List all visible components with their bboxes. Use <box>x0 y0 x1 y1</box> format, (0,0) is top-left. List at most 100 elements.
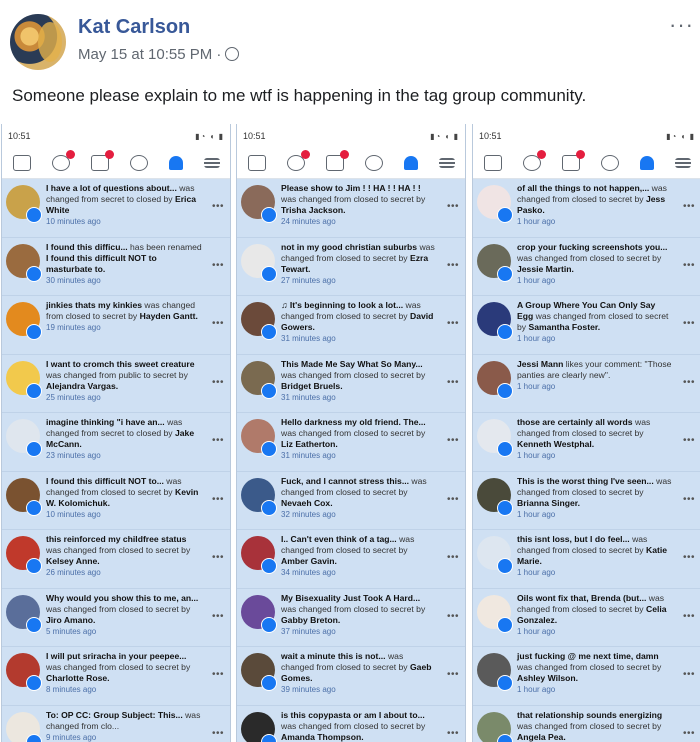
notification-more-icon[interactable]: ••• <box>447 260 459 271</box>
notification-item[interactable]: not in my good christian suburbs was cha… <box>237 238 465 296</box>
notification-item[interactable]: Oils wont fix that, Brenda (but... was c… <box>473 589 700 647</box>
notification-more-icon[interactable]: ••• <box>683 611 695 622</box>
notification-action: was changed from closed to secret by <box>46 662 191 672</box>
profile-icon[interactable] <box>600 155 619 171</box>
notification-more-icon[interactable]: ••• <box>683 728 695 739</box>
notification-subject: My Bisexuality Just Took A Hard... <box>281 592 421 603</box>
group-badge-icon <box>26 207 42 223</box>
notification-item[interactable]: I.. Can't even think of a tag... was cha… <box>237 530 465 589</box>
notification-more-icon[interactable]: ••• <box>447 552 459 563</box>
profile-icon[interactable] <box>129 155 148 171</box>
group-badge-icon <box>261 499 277 516</box>
notification-more-icon[interactable]: ••• <box>447 318 459 329</box>
notification-more-icon[interactable]: ••• <box>212 728 224 739</box>
avatar[interactable] <box>10 14 66 70</box>
phone-screenshot-1: 10:51 ▮◔ ◖ ▮ I have a lot of questions abo… <box>1 124 231 742</box>
notification-more-icon[interactable]: ••• <box>447 494 459 505</box>
notification-more-icon[interactable]: ••• <box>683 435 695 446</box>
notification-time: 1 hour ago <box>517 275 556 285</box>
groups-icon[interactable] <box>522 150 546 171</box>
notification-item[interactable]: just fucking @ me next time, damn was ch… <box>473 647 700 706</box>
notification-item[interactable]: crop your fucking screenshots you... was… <box>473 238 700 296</box>
notification-item[interactable]: I will put sriracha in your peepee... wa… <box>2 647 230 706</box>
notification-item[interactable]: I want to cromch this sweet creature was… <box>2 355 230 413</box>
notification-item[interactable]: Why would you show this to me, an... was… <box>2 589 230 647</box>
notification-item[interactable]: I found this difficu... has been renamed… <box>2 238 230 296</box>
notification-time: 1 hour ago <box>517 217 556 226</box>
notification-item[interactable]: those are certainly all words was change… <box>473 413 700 472</box>
notification-text: I want to cromch this sweet creature was… <box>46 359 202 403</box>
notification-item[interactable]: This Made Me Say What So Many... was cha… <box>237 355 465 413</box>
post-timestamp[interactable]: May 15 at 10:55 PM · <box>78 46 240 63</box>
marketplace-icon[interactable] <box>561 150 585 171</box>
news-feed-icon[interactable] <box>247 155 266 171</box>
notification-more-icon[interactable]: ••• <box>212 201 224 212</box>
notification-item[interactable]: wait a minute this is not... was changed… <box>237 647 465 706</box>
notification-item[interactable]: jinkies thats my kinkies was changed fro… <box>2 296 230 355</box>
notification-time: 1 hour ago <box>517 509 556 519</box>
news-feed-icon[interactable] <box>483 155 502 171</box>
marketplace-icon[interactable] <box>325 150 349 171</box>
notifications-bell-icon[interactable] <box>403 156 418 170</box>
notification-more-icon[interactable]: ••• <box>447 728 459 739</box>
notification-item[interactable]: ♫ It's beginning to look a lot... was ch… <box>237 296 465 355</box>
notification-more-icon[interactable]: ••• <box>683 552 695 563</box>
globe-icon <box>225 47 240 61</box>
menu-icon[interactable] <box>674 158 691 168</box>
marketplace-icon[interactable] <box>90 150 114 171</box>
notification-item[interactable]: This is the worst thing I've seen... was… <box>473 472 700 530</box>
notification-more-icon[interactable]: ••• <box>683 669 695 680</box>
notification-more-icon[interactable]: ••• <box>212 377 224 388</box>
notification-item[interactable]: of all the things to not happen,... was … <box>473 179 700 238</box>
groups-icon[interactable] <box>51 150 75 171</box>
profile-icon[interactable] <box>364 155 383 171</box>
notification-time: 31 minutes ago <box>281 334 336 343</box>
notification-more-icon[interactable]: ••• <box>683 318 695 329</box>
notification-more-icon[interactable]: ••• <box>212 552 224 563</box>
notification-more-icon[interactable]: ••• <box>212 318 224 329</box>
notification-more-icon[interactable]: ••• <box>447 377 459 388</box>
groups-icon[interactable] <box>286 150 310 171</box>
notification-item[interactable]: Hello darkness my old friend. The... was… <box>237 413 465 472</box>
menu-icon[interactable] <box>203 158 220 168</box>
notification-item[interactable]: My Bisexuality Just Took A Hard... was c… <box>237 589 465 647</box>
notification-item[interactable]: Please show to Jim ! ! HA ! ! HA ! ! was… <box>237 179 465 238</box>
poster-name[interactable]: Kat Carlson <box>78 16 190 39</box>
notification-more-icon[interactable]: ••• <box>683 260 695 271</box>
notification-item[interactable]: To: OP CC: Group Subject: This... was ch… <box>2 706 230 742</box>
notification-more-icon[interactable]: ••• <box>212 669 224 680</box>
notification-more-icon[interactable]: ••• <box>683 494 695 505</box>
news-feed-icon[interactable] <box>12 155 31 171</box>
notification-more-icon[interactable]: ••• <box>447 435 459 446</box>
notification-subject: that relationship sounds energizing <box>517 709 663 720</box>
notification-item[interactable]: that relationship sounds energizing was … <box>473 706 700 742</box>
notification-more-icon[interactable]: ••• <box>447 201 459 212</box>
notification-more-icon[interactable]: ••• <box>212 435 224 446</box>
notification-actor: Kelsey Anne. <box>46 556 100 566</box>
notification-item[interactable]: A Group Where You Can Only Say Egg was c… <box>473 296 700 355</box>
notification-more-icon[interactable]: ••• <box>683 201 695 212</box>
notification-item[interactable]: I have a lot of questions about... was c… <box>2 179 230 238</box>
group-badge-icon <box>497 558 513 574</box>
notification-item[interactable]: Jessi Mann likes your comment: "Those pa… <box>473 355 700 413</box>
notification-item[interactable]: Fuck, and I cannot stress this... was ch… <box>237 472 465 530</box>
notification-more-icon[interactable]: ••• <box>447 669 459 680</box>
menu-icon[interactable] <box>438 158 455 168</box>
notifications-bell-icon[interactable] <box>168 156 183 170</box>
notification-item[interactable]: I found this difficult NOT to... was cha… <box>2 472 230 530</box>
notifications-bell-icon[interactable] <box>639 156 654 170</box>
notification-more-icon[interactable]: ••• <box>447 611 459 622</box>
notification-item[interactable]: is this copypasta or am I about to... wa… <box>237 706 465 742</box>
notification-item[interactable]: this reinforced my childfree status was … <box>2 530 230 589</box>
notification-more-icon[interactable]: ••• <box>683 377 695 388</box>
notification-more-icon[interactable]: ••• <box>212 260 224 271</box>
notification-actor: Angela Pea. <box>517 731 566 742</box>
notification-more-icon[interactable]: ••• <box>212 611 224 622</box>
more-options-icon[interactable]: ··· <box>669 12 694 38</box>
notification-time: 10 minutes ago <box>46 217 101 226</box>
notification-item[interactable]: this isnt loss, but I do feel... was cha… <box>473 530 700 589</box>
notification-item[interactable]: imagine thinking "i have an... was chang… <box>2 413 230 472</box>
notification-time: 10 minutes ago <box>46 509 101 519</box>
notification-more-icon[interactable]: ••• <box>212 494 224 505</box>
post-time-text[interactable]: May 15 at 10:55 PM <box>78 46 212 63</box>
